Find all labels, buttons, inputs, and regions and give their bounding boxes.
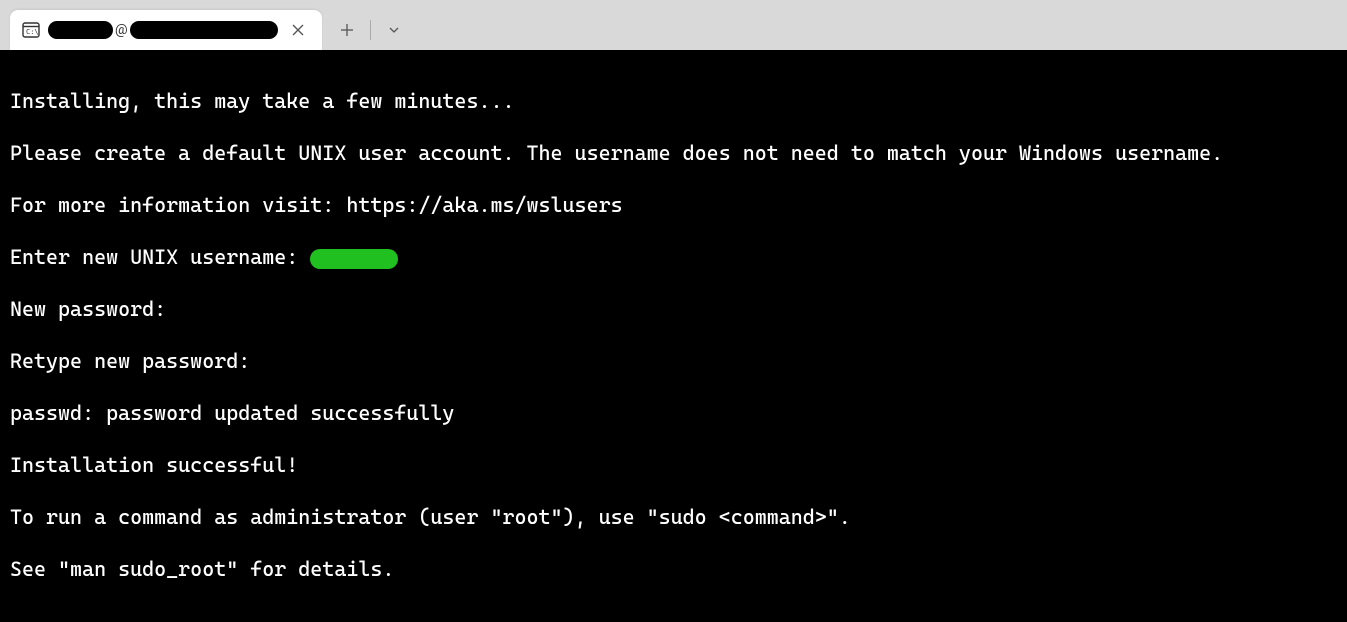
tab-active[interactable]: C:\ @ — [10, 10, 322, 50]
redacted-hostname — [130, 21, 278, 39]
terminal-line: Installing, this may take a few minutes.… — [10, 88, 1337, 114]
redacted-username — [48, 21, 113, 39]
terminal-body[interactable]: Installing, this may take a few minutes.… — [0, 50, 1347, 622]
terminal-line: To run a command as administrator (user … — [10, 504, 1337, 530]
terminal-line: For more information visit: https://aka.… — [10, 192, 1337, 218]
tab-dropdown-button[interactable] — [377, 13, 411, 47]
svg-text:C:\: C:\ — [26, 28, 39, 36]
terminal-line: Retype new password: — [10, 348, 1337, 374]
tab-divider — [370, 20, 371, 40]
tab-at-symbol: @ — [115, 22, 128, 38]
close-tab-button[interactable] — [286, 18, 310, 42]
tab-title: @ — [48, 21, 278, 39]
terminal-line: New password: — [10, 296, 1337, 322]
terminal-line: Enter new UNIX username: — [10, 244, 1337, 270]
terminal-line: Installation successful! — [10, 452, 1337, 478]
tab-actions — [330, 10, 411, 50]
tab-bar: C:\ @ — [0, 0, 1347, 50]
terminal-line: passwd: password updated successfully — [10, 400, 1337, 426]
username-prompt-label: Enter new UNIX username: — [10, 245, 310, 269]
terminal-line: See "man sudo_root" for details. — [10, 556, 1337, 582]
redacted-unix-username — [310, 249, 398, 269]
terminal-icon: C:\ — [22, 22, 40, 38]
new-tab-button[interactable] — [330, 13, 364, 47]
terminal-line: Please create a default UNIX user accoun… — [10, 140, 1337, 166]
